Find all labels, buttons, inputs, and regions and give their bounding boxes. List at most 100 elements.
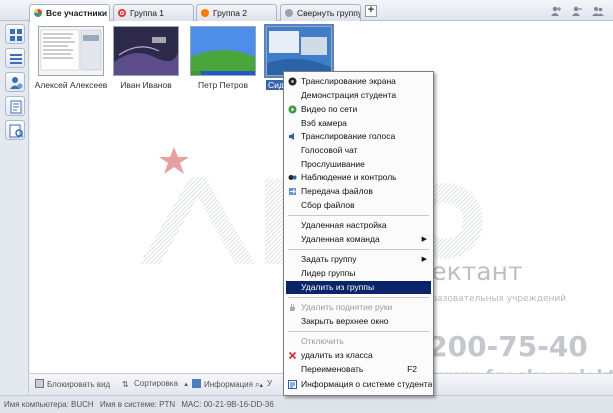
screen-preview <box>39 27 103 75</box>
block-icon <box>35 379 44 388</box>
student-thumbnail-selected[interactable] <box>264 24 334 78</box>
tab-label: Все участники <box>46 8 108 18</box>
sort-label: Сортировка <box>134 379 178 388</box>
menu-item-remove-hand-raise[interactable]: Удалить поднятие руки <box>286 301 431 314</box>
menu-item-collect-files[interactable]: Сбор файлов <box>286 199 431 212</box>
info-button[interactable]: Информация ▲ <box>192 379 264 389</box>
view-toolbar <box>0 21 29 395</box>
more-label: У <box>267 379 273 388</box>
menu-item-remove-from-group[interactable]: Удалить из группы <box>286 281 431 294</box>
system-name: Имя в системе: PTN <box>99 400 176 409</box>
mac-address: MAC: 00-21-9B-16-DD-36 <box>181 400 274 409</box>
student-name: Петр Петров <box>198 80 248 90</box>
menu-separator <box>288 331 429 333</box>
more-button[interactable]: ⌕ У <box>255 379 272 389</box>
menu-item-screen-broadcast[interactable]: Транслирование экрана <box>286 75 431 88</box>
list-view-button[interactable] <box>5 48 25 68</box>
menu-item-label: Видео по сети <box>301 104 358 114</box>
menu-item-group-leader[interactable]: Лидер группы <box>286 267 431 280</box>
delete-x-icon <box>288 351 297 360</box>
menu-item-voice-broadcast[interactable]: Транслирование голоса <box>286 130 431 143</box>
menu-separator <box>288 249 429 251</box>
broadcast-icon <box>288 77 297 86</box>
menu-item-label: Удаленная команда <box>301 234 380 244</box>
menu-item-label: Наблюдение и контроль <box>301 172 397 182</box>
menu-item-label: Закрыть верхнее окно <box>301 316 389 326</box>
student-thumbnail[interactable] <box>190 26 256 76</box>
menu-separator <box>288 215 429 217</box>
menu-item-label: Информация о системе студента <box>301 379 433 389</box>
computer-name: Имя компьютера: BUCH <box>4 400 94 409</box>
tab-all-participants[interactable]: Все участники <box>29 4 110 22</box>
user-view-button[interactable] <box>5 72 25 92</box>
group-orange-icon <box>201 9 209 17</box>
document-view-button[interactable] <box>5 96 25 116</box>
menu-item-label: Сбор файлов <box>301 200 355 210</box>
menu-item-network-video[interactable]: Видео по сети <box>286 103 431 116</box>
menu-item-label: Удаленная настройка <box>301 220 387 230</box>
voice-icon <box>288 132 297 141</box>
block-view-button[interactable]: Блокировать вид <box>35 379 110 389</box>
user-add-icon[interactable] <box>550 6 562 16</box>
menu-item-disconnect[interactable]: Отключить <box>286 335 431 348</box>
menu-item-label: Отключить <box>301 336 344 346</box>
tab-collapse-group[interactable]: Свернуть группу <box>280 4 361 21</box>
menu-item-label: Лидер группы <box>301 268 356 278</box>
menu-item-listening[interactable]: Прослушивание <box>286 158 431 171</box>
menu-item-label: Переименовать <box>301 364 364 374</box>
shortcut-label: F2 <box>407 364 417 374</box>
menu-item-set-group[interactable]: Задать группу ▶ <box>286 253 431 266</box>
tab-label: Свернуть группу <box>297 8 361 18</box>
status-bar: Имя компьютера: BUCH Имя в системе: PTN … <box>0 395 613 413</box>
search-icon: ⌕ <box>255 380 260 389</box>
info-label: Информация <box>204 380 253 389</box>
menu-item-label: Голосовой чат <box>301 145 358 155</box>
menu-item-label: Демонстрация студента <box>301 90 397 100</box>
menu-item-webcam[interactable]: Вэб камера <box>286 117 431 130</box>
menu-item-rename[interactable]: Переименовать F2 <box>286 363 431 376</box>
menu-item-remove-from-class[interactable]: удалить из класса <box>286 349 431 362</box>
info-icon <box>192 379 201 388</box>
group-tabbar: Все участники Группа 1 Группа 2 Свернуть… <box>0 0 613 22</box>
menu-item-system-info[interactable]: Информация о системе студента <box>286 378 433 391</box>
context-menu: Транслирование экрана Демонстрация студе… <box>283 71 434 396</box>
menu-item-voice-chat[interactable]: Голосовой чат <box>286 144 431 157</box>
menu-item-remote-command[interactable]: Удаленная команда ▶ <box>286 233 431 246</box>
menu-separator <box>288 297 429 299</box>
menu-item-remote-settings[interactable]: Удаленная настройка <box>286 219 431 232</box>
hand-icon <box>288 303 297 312</box>
info-icon <box>288 380 297 389</box>
student-name: Иван Иванов <box>120 80 172 90</box>
group-settings-icon[interactable] <box>592 6 604 16</box>
student-thumbnail[interactable] <box>38 26 104 76</box>
student-name: Алексей Алексеев <box>34 80 108 90</box>
thumbnail-view-button[interactable] <box>5 24 25 44</box>
student-thumbnail[interactable] <box>113 26 179 76</box>
user-remove-icon[interactable] <box>571 6 583 16</box>
screen-preview <box>267 27 331 75</box>
screen-preview <box>114 27 178 75</box>
tab-group-2[interactable]: Группа 2 <box>196 4 277 21</box>
menu-item-label: Транслирование экрана <box>301 76 396 86</box>
menu-item-close-top-window[interactable]: Закрыть верхнее окно <box>286 315 431 328</box>
tab-label: Группа 1 <box>130 8 165 18</box>
menu-item-file-transfer[interactable]: Передача файлов <box>286 185 431 198</box>
menu-item-label: Транслирование голоса <box>301 131 396 141</box>
group-red-icon <box>118 9 126 17</box>
tab-group-1[interactable]: Группа 1 <box>113 4 194 21</box>
collapse-icon <box>285 9 293 17</box>
submenu-arrow-icon: ▶ <box>421 256 427 263</box>
menu-item-label: Прослушивание <box>301 159 365 169</box>
sort-button[interactable]: ⇅ Сортировка ▲ <box>122 379 189 389</box>
menu-item-label: Задать группу <box>301 254 357 264</box>
add-group-button[interactable]: + <box>365 5 377 17</box>
menu-item-student-demo[interactable]: Демонстрация студента <box>286 89 431 102</box>
menu-item-monitor-control[interactable]: Наблюдение и контроль <box>286 171 431 184</box>
all-groups-icon <box>34 9 42 17</box>
chevron-down-icon: ▲ <box>183 382 190 388</box>
report-view-button[interactable] <box>5 120 25 140</box>
sort-icon: ⇅ <box>122 380 129 389</box>
menu-item-label: Удалить из группы <box>301 282 375 292</box>
screen-preview <box>191 27 255 75</box>
menu-item-label: удалить из класса <box>301 350 373 360</box>
